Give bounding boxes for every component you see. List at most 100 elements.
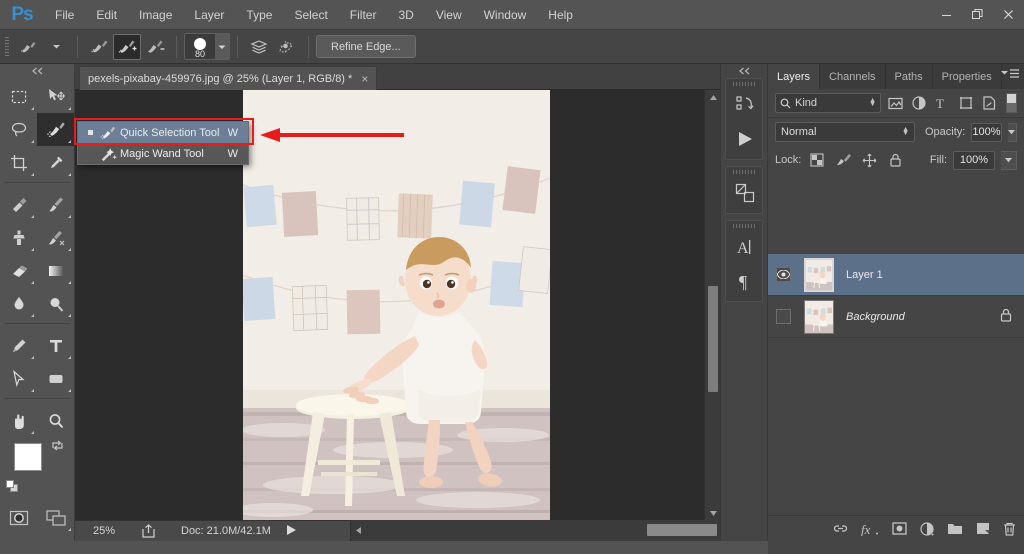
tool-move[interactable] — [37, 80, 74, 113]
tool-blur[interactable] — [0, 287, 37, 320]
minimize-button[interactable] — [931, 0, 962, 28]
blend-mode-stepper-icon[interactable]: ▲ ▼ — [902, 126, 909, 137]
new-layer-button[interactable] — [976, 522, 990, 535]
panel-tab-paths[interactable]: Paths — [886, 64, 933, 89]
close-button[interactable] — [993, 0, 1024, 28]
tool-preset-picker[interactable] — [14, 34, 42, 60]
scroll-left-arrow-icon[interactable] — [351, 520, 365, 541]
tool-brush[interactable] — [37, 188, 74, 221]
layer-filter-stepper-icon[interactable]: ▲ ▼ — [869, 97, 876, 108]
delete-layer-button[interactable] — [1003, 522, 1016, 536]
layer-name[interactable]: Layer 1 — [840, 269, 883, 281]
dock-grip-2[interactable] — [726, 167, 762, 176]
character-panel-icon[interactable]: A — [726, 230, 764, 264]
tool-horizontal-type[interactable] — [37, 329, 74, 362]
layer-visibility-cell[interactable] — [768, 254, 798, 296]
filter-pixel-icon[interactable] — [887, 93, 904, 113]
menu-item-filter[interactable]: Filter — [339, 0, 388, 30]
toolbar-collapse-button[interactable] — [0, 64, 74, 78]
layer-thumbnail[interactable] — [804, 299, 834, 334]
add-layer-mask-button[interactable] — [892, 522, 907, 535]
tool-eraser[interactable] — [0, 254, 37, 287]
default-colors-icon[interactable] — [6, 480, 19, 493]
tool-lasso[interactable] — [0, 113, 37, 146]
menu-item-type[interactable]: Type — [235, 0, 283, 30]
layer-thumbnail[interactable] — [804, 257, 834, 292]
panel-tab-channels[interactable]: Channels — [820, 64, 886, 89]
menu-item-3d[interactable]: 3D — [387, 0, 424, 30]
selection-mode-new-button[interactable] — [85, 34, 113, 60]
auto-enhance-button[interactable] — [273, 34, 301, 60]
layer-visibility-toggle[interactable] — [775, 267, 791, 282]
filter-shape-icon[interactable] — [957, 93, 974, 113]
selection-mode-subtract-button[interactable] — [141, 34, 169, 60]
lock-transparent-pixels-icon[interactable] — [807, 150, 827, 170]
tool-hand[interactable] — [0, 404, 37, 437]
tool-path-selection[interactable] — [0, 362, 37, 395]
horizontal-scroll-thumb[interactable] — [647, 524, 717, 536]
tool-history-brush[interactable] — [37, 221, 74, 254]
panel-tab-layers[interactable]: Layers — [768, 64, 821, 89]
brush-size-picker[interactable]: 80 — [184, 33, 230, 60]
opacity-dropdown-arrow[interactable] — [1007, 122, 1017, 142]
document-tab-close-icon[interactable]: × — [361, 73, 368, 85]
document-tab[interactable]: pexels-pixabay-459976.jpg @ 25% (Layer 1… — [79, 66, 378, 90]
new-group-button[interactable] — [947, 522, 963, 535]
tool-gradient[interactable] — [37, 254, 74, 287]
fill-value[interactable]: 100% — [953, 150, 995, 170]
selection-mode-add-button[interactable] — [113, 33, 141, 60]
menu-item-view[interactable]: View — [425, 0, 473, 30]
actions-panel-icon[interactable] — [726, 122, 764, 156]
dock-collapse-button[interactable] — [721, 64, 767, 78]
screen-mode-button[interactable] — [37, 501, 74, 534]
scroll-down-arrow-icon[interactable] — [705, 506, 721, 520]
panel-menu-icon[interactable] — [1001, 69, 1019, 80]
menu-item-select[interactable]: Select — [283, 0, 338, 30]
quick-mask-button[interactable] — [0, 501, 37, 534]
tool-pen[interactable] — [0, 329, 37, 362]
options-bar-grip[interactable] — [0, 30, 14, 64]
filter-toggle-switch[interactable] — [1005, 93, 1017, 113]
dock-grip[interactable] — [726, 79, 762, 88]
opacity-value[interactable]: 100% — [971, 122, 1002, 142]
menu-item-image[interactable]: Image — [128, 0, 183, 30]
layer-name[interactable]: Background — [840, 311, 905, 323]
status-play-icon[interactable] — [286, 524, 296, 538]
canvas-vertical-scrollbar[interactable] — [704, 90, 720, 520]
lock-all-icon[interactable] — [885, 150, 905, 170]
menu-item-edit[interactable]: Edit — [85, 0, 128, 30]
layer-thumbnail-cell[interactable] — [798, 296, 840, 338]
flyout-item-quick-selection-tool[interactable]: Quick Selection Tool W — [78, 122, 248, 143]
menu-item-file[interactable]: File — [44, 0, 85, 30]
flyout-item-magic-wand-tool[interactable]: Magic Wand Tool W — [78, 143, 248, 164]
layer-row[interactable]: Background — [768, 296, 1024, 338]
menu-item-layer[interactable]: Layer — [183, 0, 235, 30]
vertical-scroll-thumb[interactable] — [708, 286, 718, 392]
layer-thumbnail-cell[interactable] — [798, 254, 840, 296]
canvas-horizontal-scrollbar[interactable] — [350, 520, 720, 541]
history-panel-icon[interactable] — [726, 88, 764, 122]
zoom-level[interactable]: 25% — [75, 525, 133, 537]
adjustments-panel-icon[interactable] — [726, 176, 764, 210]
panel-tab-properties[interactable]: Properties — [933, 64, 1002, 89]
sample-all-layers-button[interactable] — [245, 34, 273, 60]
tool-rectangle[interactable] — [37, 362, 74, 395]
brush-size-dropdown-arrow[interactable] — [215, 34, 229, 59]
layer-style-button[interactable]: fx — [861, 522, 879, 536]
blend-mode-select[interactable]: Normal ▲ ▼ — [775, 122, 915, 142]
menu-item-help[interactable]: Help — [537, 0, 584, 30]
dock-grip-3[interactable] — [726, 221, 762, 230]
scroll-up-arrow-icon[interactable] — [705, 90, 721, 104]
new-adjustment-layer-button[interactable] — [920, 521, 934, 536]
refine-edge-button[interactable]: Refine Edge... — [316, 35, 416, 58]
tool-crop[interactable] — [0, 146, 37, 179]
tool-quick-selection[interactable] — [37, 113, 74, 146]
tool-dodge[interactable] — [37, 287, 74, 320]
filter-adjustment-icon[interactable] — [910, 93, 927, 113]
layer-visibility-cell[interactable] — [768, 296, 798, 338]
tool-clone-stamp[interactable] — [0, 221, 37, 254]
fill-dropdown-arrow[interactable] — [1001, 150, 1017, 170]
tool-preset-dropdown[interactable] — [42, 34, 70, 60]
link-layers-button[interactable] — [833, 522, 848, 535]
tool-spot-healing-brush[interactable] — [0, 188, 37, 221]
